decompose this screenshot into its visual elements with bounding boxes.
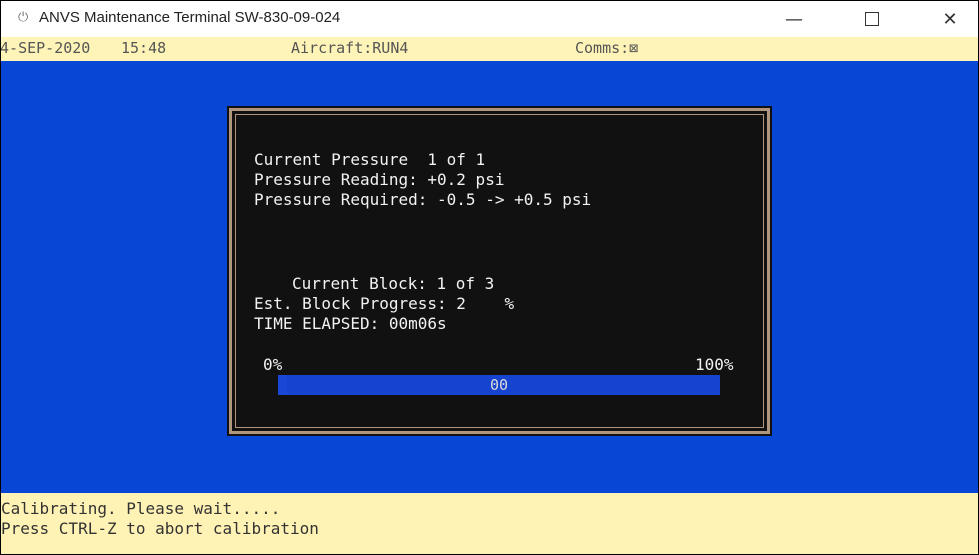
estimated-progress: Est. Block Progress: 2 % [254, 294, 515, 313]
top-status-bar: 04-SEP-2020 15:48 Aircraft:RUN4 Comms:⊠ [1, 37, 978, 61]
maximize-icon [865, 12, 879, 26]
aircraft-text: Aircraft:RUN4 [291, 39, 409, 57]
abort-instruction: Press CTRL-Z to abort calibration [1, 519, 319, 538]
current-block: Current Block: 1 of 3 [292, 274, 495, 293]
progress-max-label: 100% [695, 355, 734, 374]
power-icon: ⏻ [18, 10, 29, 25]
time-elapsed: TIME ELAPSED: 00m06s [254, 314, 447, 333]
maximize-button[interactable] [849, 1, 895, 37]
pressure-required: Pressure Required: -0.5 -> +0.5 psi [254, 190, 592, 209]
minimize-button[interactable]: — [771, 1, 817, 37]
bottom-status-bar: Calibrating. Please wait..... Press CTRL… [1, 493, 978, 554]
progress-min-label: 0% [263, 355, 283, 374]
terminal-window: ⏻ ANVS Maintenance Terminal SW-830-09-02… [0, 0, 979, 555]
close-icon: ✕ [942, 8, 958, 30]
minimize-icon: — [785, 8, 803, 30]
progress-bar: 00 [278, 375, 720, 395]
calibrating-message: Calibrating. Please wait..... [1, 499, 281, 518]
date-text: 04-SEP-2020 [0, 39, 91, 57]
time-text: 15:48 [121, 39, 167, 57]
progress-text: 00 [489, 376, 509, 394]
window-titlebar[interactable]: ⏻ ANVS Maintenance Terminal SW-830-09-02… [1, 1, 978, 37]
pressure-title: Current Pressure 1 of 1 [254, 150, 486, 169]
close-button[interactable]: ✕ [927, 1, 973, 37]
comms-text: Comms:⊠ [575, 39, 639, 57]
pressure-reading: Pressure Reading: +0.2 psi [254, 170, 505, 189]
window-title: ANVS Maintenance Terminal SW-830-09-024 [39, 9, 341, 26]
